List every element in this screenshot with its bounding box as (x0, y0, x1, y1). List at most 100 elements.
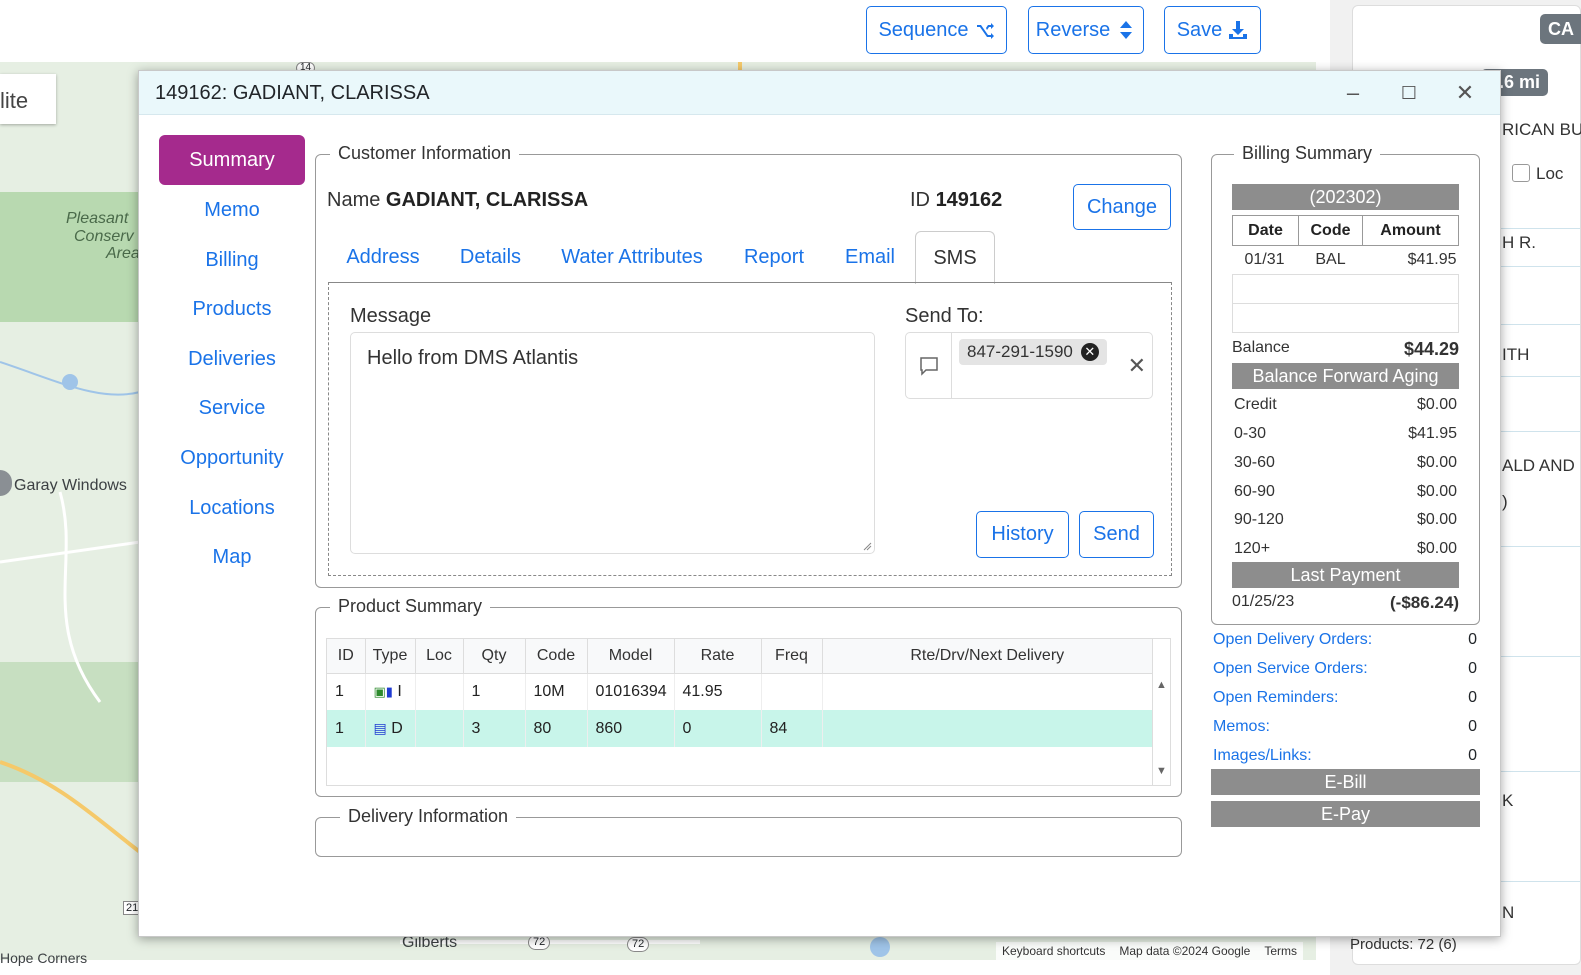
message-textarea[interactable]: Hello from DMS Atlantis (350, 332, 875, 554)
maximize-button[interactable]: ☐ (1394, 79, 1424, 107)
shuffle-icon (976, 23, 994, 39)
route-row-2: Loc (1536, 164, 1564, 183)
park-label-1: Pleasant (66, 210, 129, 227)
nav-service[interactable]: Service (159, 397, 305, 420)
clear-recipients-icon[interactable]: ✕ (1128, 353, 1146, 379)
cell-freq: 84 (761, 710, 823, 747)
nav-products[interactable]: Products (159, 298, 305, 321)
place-label: Garay Windows (14, 477, 127, 494)
col-next-delivery[interactable]: Rte/Drv/Next Delivery (822, 639, 1153, 674)
table-row[interactable]: 1 ▤ D 3 80 860 0 84 (327, 710, 1153, 747)
col-loc[interactable]: Loc (415, 639, 464, 674)
tab-address[interactable]: Address (328, 231, 438, 283)
memos-count[interactable]: Memos: 0 (1213, 718, 1477, 736)
save-button[interactable]: Save (1164, 6, 1261, 54)
billing-col-code: Code (1298, 215, 1363, 246)
aging-row: 60-90 $0.00 (1232, 483, 1459, 501)
product-table-header: ID Type Loc Qty Code Model Rate Freq Rte… (327, 639, 1153, 674)
tab-details[interactable]: Details (438, 231, 543, 283)
sort-icon (1120, 21, 1133, 39)
change-button[interactable]: Change (1073, 184, 1171, 230)
nav-map[interactable]: Map (159, 546, 305, 569)
route-row-5: ALD AND (1502, 456, 1575, 475)
col-qty[interactable]: Qty (463, 639, 526, 674)
last-payment-amount: (-$86.24) (1390, 593, 1459, 612)
cell-type: ▣▮ I (365, 673, 416, 710)
recipient-number: 847-291-1590 (967, 342, 1073, 361)
open-service-orders[interactable]: Open Service Orders: 0 (1213, 660, 1477, 678)
tab-email[interactable]: Email (827, 231, 913, 283)
terms-link[interactable]: Terms (1264, 944, 1297, 958)
nav-opportunity[interactable]: Opportunity (159, 447, 305, 470)
satellite-toggle[interactable]: lite (0, 74, 56, 124)
aging-row: 120+ $0.00 (1232, 540, 1459, 558)
modal-header[interactable]: 149162: GADIANT, CLARISSA – ☐ ✕ (139, 71, 1500, 115)
nav-memo[interactable]: Memo (159, 199, 305, 222)
counter-value: 0 (1468, 689, 1477, 706)
cell-freq (761, 673, 823, 710)
counter-label[interactable]: Open Reminders: (1213, 689, 1338, 707)
nav-summary[interactable]: Summary (159, 135, 305, 185)
recipient-chip: 847-291-1590 ✕ (959, 339, 1107, 365)
park-label-3: Area (106, 245, 140, 262)
send-button[interactable]: Send (1079, 511, 1154, 558)
images-links-count[interactable]: Images/Links: 0 (1213, 747, 1477, 765)
scroll-up-icon[interactable]: ▲ (1156, 679, 1167, 691)
corner-label: Hope Corners (0, 950, 88, 966)
counter-label[interactable]: Images/Links: (1213, 747, 1312, 765)
reverse-button[interactable]: Reverse (1028, 6, 1144, 54)
col-id[interactable]: ID (327, 639, 366, 674)
cell-rate: 41.95 (674, 673, 762, 710)
keyboard-shortcuts-link[interactable]: Keyboard shortcuts (1002, 944, 1105, 958)
cell-id: 1 (327, 710, 366, 747)
cell-loc (415, 673, 464, 710)
sequence-button[interactable]: Sequence (866, 6, 1007, 54)
route-row-4: ITH (1502, 345, 1530, 364)
col-rate[interactable]: Rate (674, 639, 762, 674)
open-reminders[interactable]: Open Reminders: 0 (1213, 689, 1477, 707)
send-to-field[interactable]: 847-291-1590 ✕ ✕ (905, 332, 1153, 399)
customer-information-section: Customer Information Name GADIANT, CLARI… (315, 143, 1182, 588)
ebill-button[interactable]: E-Bill (1211, 769, 1480, 795)
remove-recipient-icon[interactable]: ✕ (1080, 343, 1099, 361)
modal-title: 149162: GADIANT, CLARISSA (155, 82, 430, 104)
tab-report[interactable]: Report (721, 231, 827, 283)
lock-checkbox[interactable] (1512, 164, 1530, 182)
open-delivery-orders[interactable]: Open Delivery Orders: 0 (1213, 631, 1477, 649)
history-button[interactable]: History (976, 511, 1069, 558)
aging-value: $0.00 (1416, 454, 1457, 471)
map-footer: Keyboard shortcuts Map data ©2024 Google… (996, 942, 1303, 960)
col-code[interactable]: Code (525, 639, 588, 674)
counter-label[interactable]: Memos: (1213, 718, 1270, 736)
scroll-down-icon[interactable]: ▼ (1156, 765, 1167, 777)
delivery-information-section: Delivery Information (315, 806, 1182, 857)
nav-locations[interactable]: Locations (159, 497, 305, 520)
cell-next-delivery (822, 673, 1153, 710)
col-type[interactable]: Type (365, 639, 416, 674)
cell-next-delivery (822, 710, 1153, 747)
counter-label[interactable]: Open Delivery Orders: (1213, 631, 1372, 649)
nav-deliveries[interactable]: Deliveries (159, 348, 305, 371)
minimize-button[interactable]: – (1338, 79, 1368, 107)
route-row-8: N (1502, 903, 1515, 922)
nav-billing[interactable]: Billing (159, 249, 305, 272)
route-badge[interactable]: CA (1540, 14, 1581, 44)
table-scrollbar[interactable]: ▲ ▼ (1152, 639, 1170, 785)
product-summary-legend: Product Summary (330, 596, 491, 617)
close-button[interactable]: ✕ (1450, 79, 1480, 107)
download-icon (1229, 21, 1248, 39)
table-row[interactable]: 1 ▣▮ I 1 10M 01016394 41.95 (327, 673, 1153, 710)
billing-summary-section: Billing Summary (202302) Date Code Amoun… (1211, 143, 1480, 625)
tab-water-attributes[interactable]: Water Attributes (543, 231, 721, 283)
epay-button[interactable]: E-Pay (1211, 801, 1480, 827)
products-count: Products: 72 (6) (1350, 936, 1457, 953)
col-freq[interactable]: Freq (761, 639, 823, 674)
resize-grip-icon[interactable] (862, 541, 872, 551)
reverse-label: Reverse (1035, 18, 1111, 41)
aging-row: 0-30 $41.95 (1232, 425, 1459, 443)
balance-value: $44.29 (1403, 339, 1459, 359)
col-model[interactable]: Model (587, 639, 675, 674)
counter-label[interactable]: Open Service Orders: (1213, 660, 1368, 678)
dispenser-icon: ▤ (373, 719, 387, 736)
tab-sms[interactable]: SMS (915, 231, 995, 284)
